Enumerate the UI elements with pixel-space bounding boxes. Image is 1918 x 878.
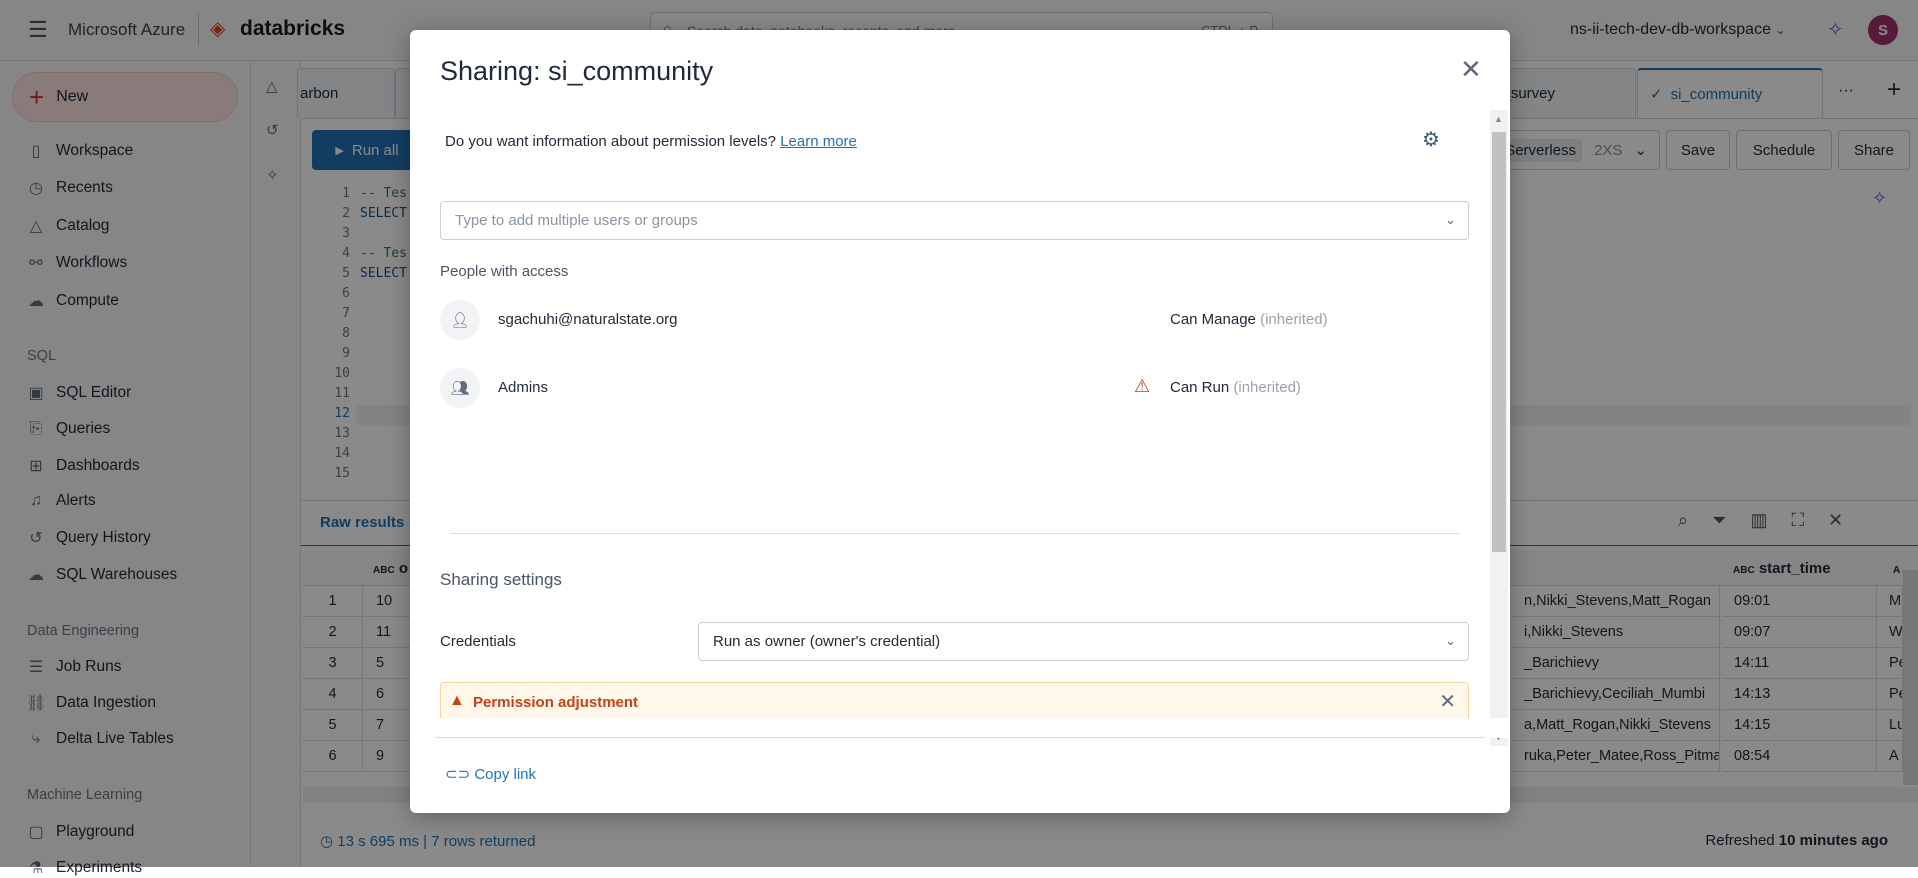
credentials-value: Run as owner (owner's credential) xyxy=(713,633,941,650)
learn-more-link[interactable]: Learn more xyxy=(780,133,857,150)
scroll-clip xyxy=(410,718,1510,738)
inherited-note: (inherited) xyxy=(1233,379,1301,396)
gear-icon[interactable]: ⚙ xyxy=(1422,127,1440,152)
link-icon: ⊂⊃ xyxy=(445,766,475,783)
people-label: People with access xyxy=(440,263,569,280)
divider xyxy=(450,533,1460,534)
inherited-note: (inherited) xyxy=(1260,311,1328,328)
input-placeholder: Type to add multiple users or groups xyxy=(455,212,698,229)
person-name: sgachuhi@naturalstate.org xyxy=(498,311,678,328)
sharing-settings-heading: Sharing settings xyxy=(440,570,562,589)
close-icon[interactable]: ✕ xyxy=(1439,689,1456,714)
credentials-select[interactable]: Run as owner (owner's credential) ⌄ xyxy=(698,622,1469,661)
permission-text: Can Run xyxy=(1170,379,1230,396)
copy-link-button[interactable]: ⊂⊃ Copy link xyxy=(445,765,536,783)
permission-text: Can Manage xyxy=(1170,311,1256,328)
user-icon: 👤︎ xyxy=(440,300,480,340)
alert-title: Permission adjustment xyxy=(473,694,639,711)
scrollbar-thumb[interactable] xyxy=(1492,132,1506,552)
footer-divider xyxy=(435,737,1485,738)
permission-level: Can Run (inherited) xyxy=(1170,379,1301,396)
scroll-up-icon[interactable]: ▲ xyxy=(1494,114,1503,124)
warning-icon: ▲ xyxy=(449,692,465,709)
person-name: Admins xyxy=(498,379,549,396)
warning-icon: ⚠ xyxy=(1134,376,1151,396)
chevron-down-icon: ⌄ xyxy=(1445,633,1456,648)
dialog-title: Sharing: si_community xyxy=(440,56,714,86)
permission-level: Can Manage (inherited) xyxy=(1170,311,1328,328)
chevron-down-icon: ⌄ xyxy=(1445,212,1456,227)
sharing-dialog: Sharing: si_community ✕ ▲ ▼ Do you want … xyxy=(410,30,1510,813)
dialog-scrollbar[interactable]: ▲ ▼ xyxy=(1490,110,1508,746)
permission-alert: ▲ Permission adjustment ✕ xyxy=(440,682,1469,718)
add-users-input[interactable]: Type to add multiple users or groups ⌄ xyxy=(440,201,1469,240)
credentials-label: Credentials xyxy=(440,633,516,650)
copy-link-label: Copy link xyxy=(474,766,537,783)
info-text: Do you want information about permission… xyxy=(445,133,777,150)
close-icon[interactable]: ✕ xyxy=(1460,54,1482,85)
permission-info: Do you want information about permission… xyxy=(445,133,857,150)
group-icon: 👥︎ xyxy=(440,368,480,408)
